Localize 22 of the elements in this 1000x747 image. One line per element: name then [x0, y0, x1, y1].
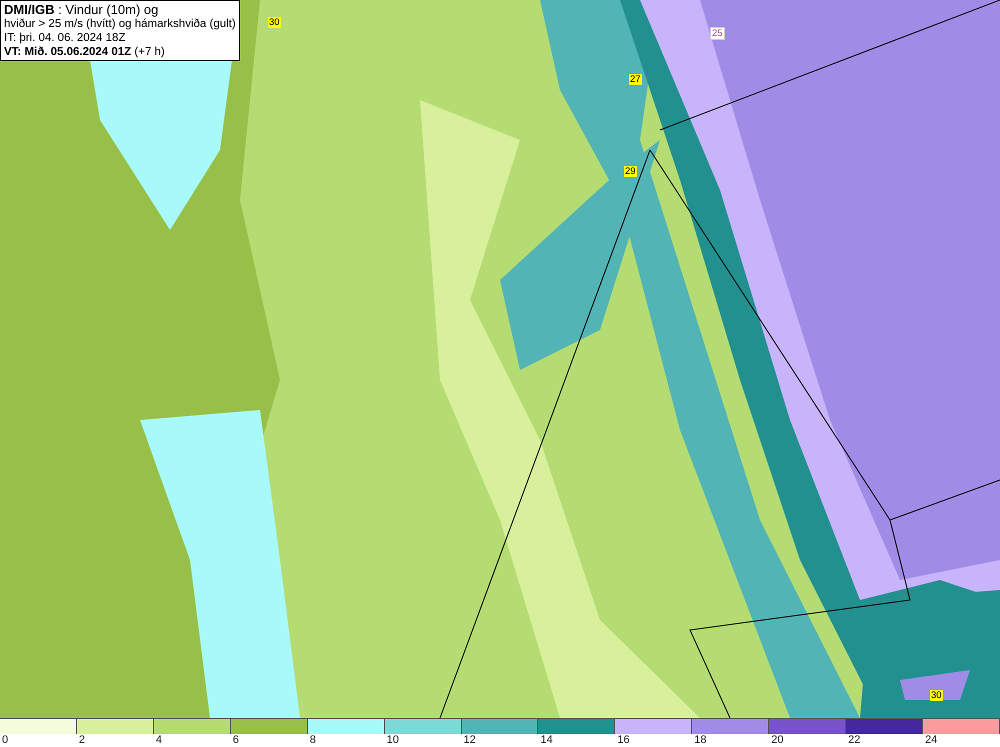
gust-max-label: 29 — [624, 166, 637, 177]
legend-tick-label: 2 — [78, 734, 86, 746]
legend-tick-label: 24 — [925, 734, 938, 746]
legend-tick-label: 6 — [232, 734, 239, 746]
header-text: IT: þri. 04. 06. 2024 18Z — [4, 31, 126, 45]
legend-tick-label: 4 — [156, 734, 162, 746]
legend-tick-label: 8 — [310, 734, 316, 746]
gust-max-label: 27 — [629, 74, 642, 85]
legend-tick-label: 12 — [464, 734, 476, 746]
legend-tick-label: 10 — [386, 734, 399, 746]
header-text: hviður > 25 m/s (hvítt) og hámarkshviða (gult) — [4, 17, 236, 31]
isotach-label: 25 — [710, 27, 725, 40]
header-text: DMI/IGB : Vindur (10m) og — [4, 2, 158, 17]
legend-tick-label: 16 — [617, 734, 630, 746]
legend-tick-label: 14 — [540, 734, 553, 746]
gust-max-label: 30 — [268, 17, 281, 28]
legend-tick-label: 18 — [694, 734, 707, 746]
gust-max-label: 30 — [930, 690, 943, 701]
header-text: VT: Mið. 05.06.2024 01Z (+7 h) — [4, 45, 165, 59]
legend-tick-label: 22 — [848, 734, 860, 746]
legend-tick-label: 20 — [771, 734, 784, 746]
legend-tick-label: 0 — [2, 734, 8, 746]
